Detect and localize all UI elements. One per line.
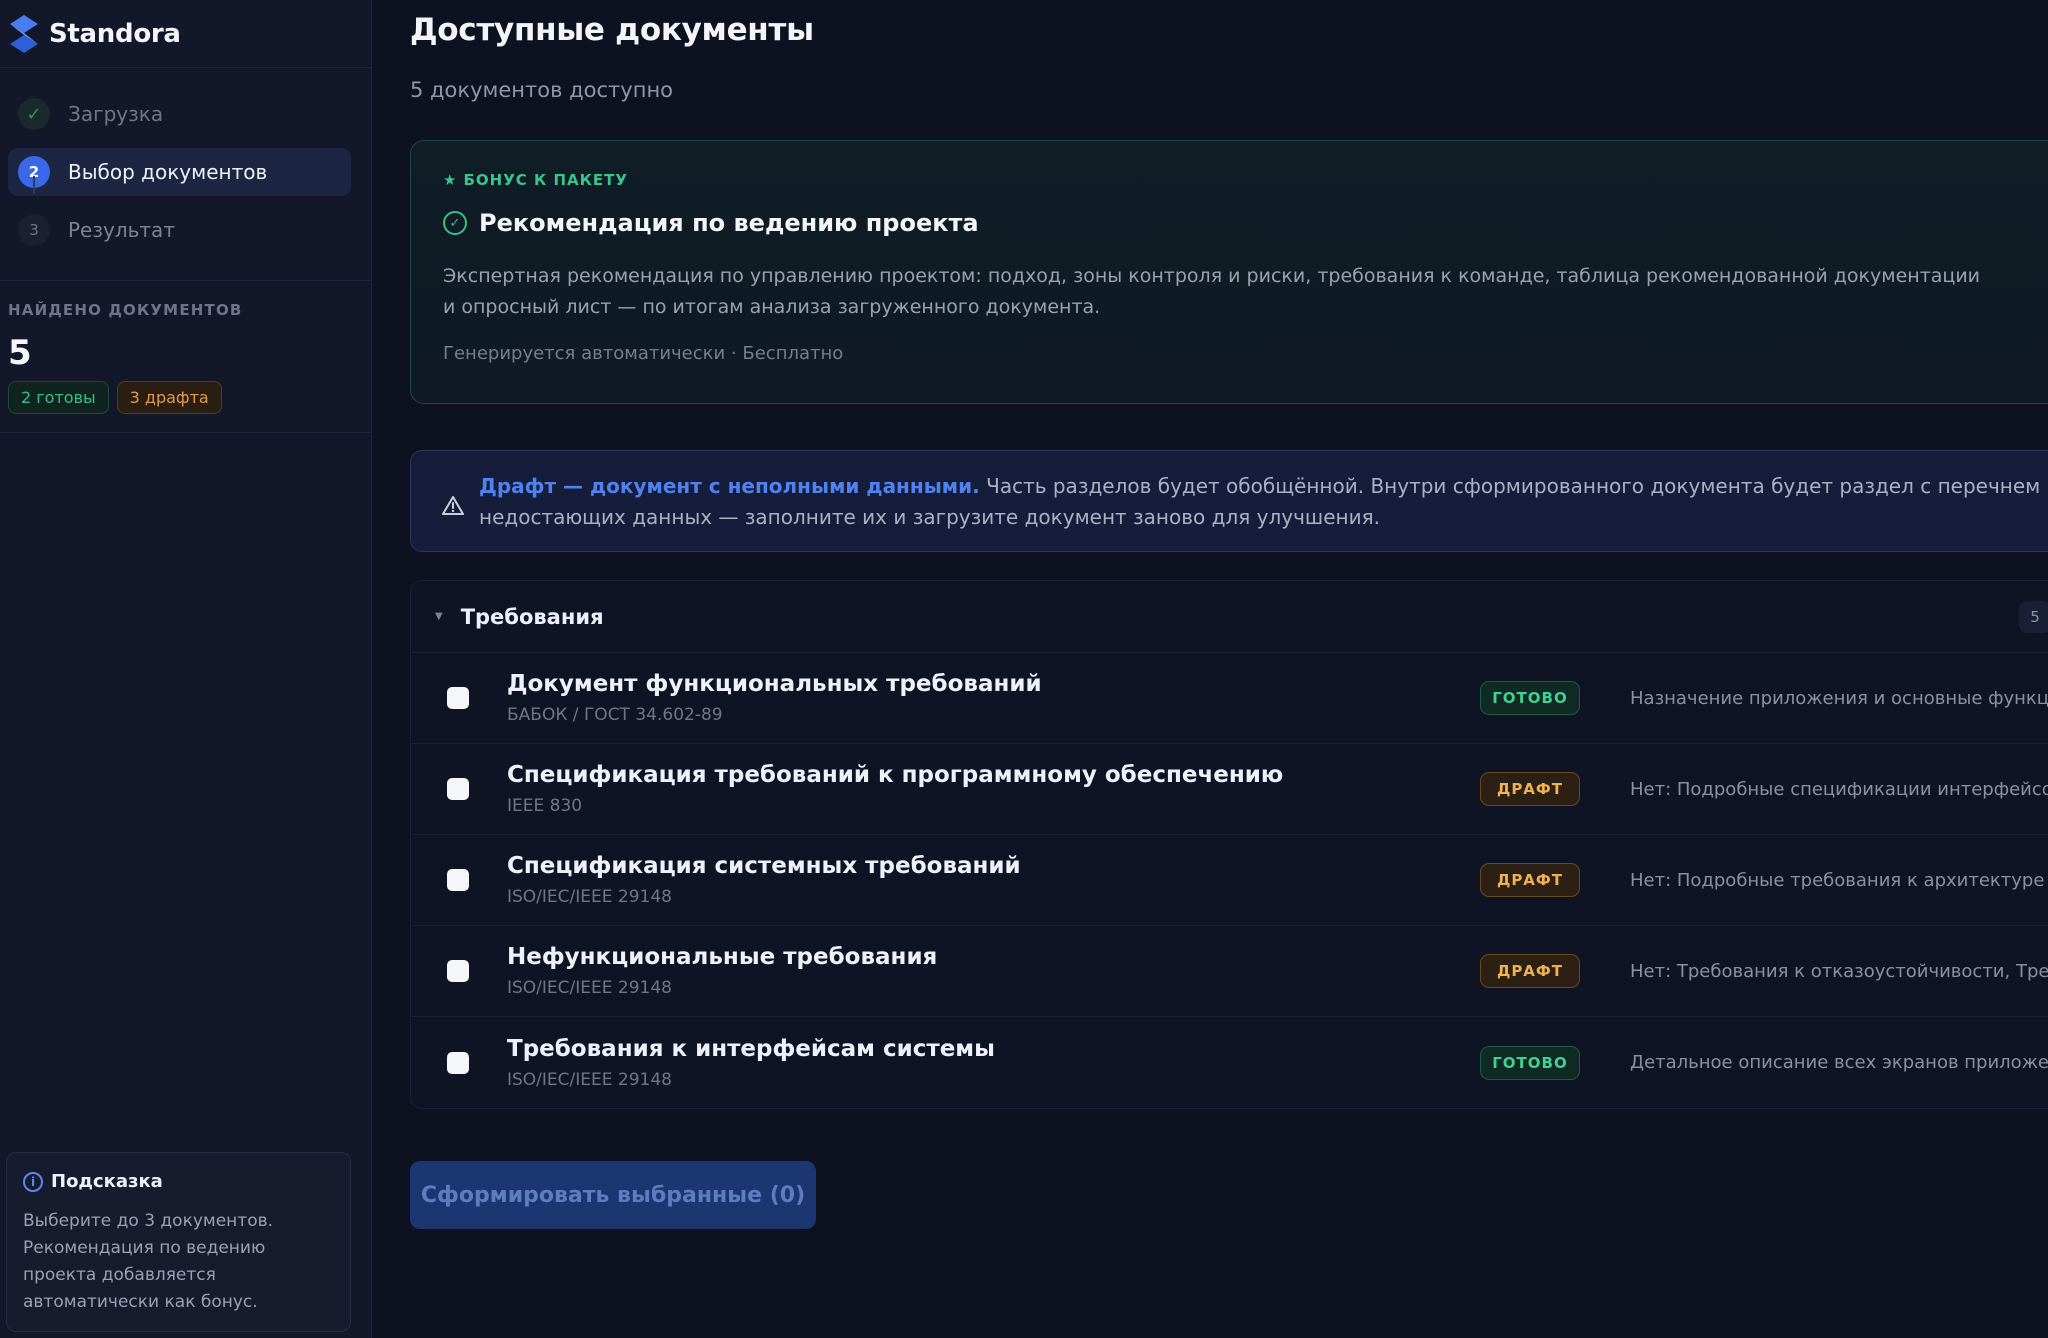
ready-count-chip: 2 готовы [8, 381, 109, 414]
standora-logo-icon [10, 14, 38, 53]
document-note: Нет: Подробные спецификации интерфейсов … [1630, 778, 2048, 800]
document-standard: ISO/IEC/IEEE 29148 [507, 1069, 672, 1090]
draft-warning: Драфт — документ с неполными данными. Ча… [410, 450, 2048, 552]
step-label: Результат [68, 218, 175, 242]
document-standard: ISO/IEC/IEEE 29148 [507, 978, 672, 998]
step-number: 3 [18, 214, 50, 246]
document-row[interactable]: Спецификация требований к программному о… [411, 744, 2048, 835]
step-connector [33, 176, 35, 194]
document-standard: IEEE 830 [507, 796, 583, 816]
document-info: Нефункциональные требования ISO/IEC/IEEE… [507, 944, 1407, 998]
bonus-meta: Генерируется автоматически · Бесплатно [443, 343, 844, 364]
document-row[interactable]: Требования к интерфейсам системы ISO/IEC… [411, 1017, 2048, 1108]
warning-triangle-icon [442, 496, 464, 515]
document-row[interactable]: Документ функциональных требований БАБОК… [411, 653, 2048, 744]
group-count-badge: 5 [2019, 600, 2048, 633]
status-badge: ДРАФТ [1480, 772, 1580, 806]
found-title: НАЙДЕНО ДОКУМЕНТОВ [8, 301, 243, 319]
main-content: Доступные документы 5 документов доступн… [372, 0, 2048, 1338]
check-icon: ✓ [18, 98, 50, 130]
status-badge: ГОТОВО [1480, 681, 1580, 715]
document-note: Назначение приложения и основные функцио… [1630, 687, 2048, 709]
document-standard: ISO/IEC/IEEE 29148 [507, 887, 672, 907]
document-checkbox[interactable] [447, 960, 469, 982]
bonus-title: Рекомендация по ведению проекта [479, 209, 979, 237]
found-documents-panel: НАЙДЕНО ДОКУМЕНТОВ 5 2 готовы 3 драфта [0, 281, 371, 433]
step-select-documents[interactable]: 2 Выбор документов [8, 148, 351, 196]
wizard-steps: ✓ Загрузка 2 Выбор документов 3 Результа… [0, 68, 371, 281]
document-standard: БАБОК / ГОСТ 34.602-89 [507, 705, 723, 725]
step-label: Загрузка [68, 102, 164, 126]
document-note: Нет: Требования к отказоустойчивости, Тр… [1630, 960, 2048, 982]
document-checkbox[interactable] [447, 869, 469, 891]
sidebar: Standora ✓ Загрузка 2 Выбор документов 3… [0, 0, 372, 1338]
document-info: Документ функциональных требований БАБОК… [507, 671, 1407, 725]
bonus-tag: ★ БОНУС К ПАКЕТУ [443, 171, 2043, 189]
requirements-group: ▼ Требования 5 Документ функциональных т… [410, 580, 2048, 1109]
page-subtitle: 5 документов доступно [410, 78, 674, 102]
document-checkbox[interactable] [447, 1051, 469, 1074]
bonus-tag-label: БОНУС К ПАКЕТУ [463, 171, 628, 189]
document-title: Спецификация системных требований [507, 853, 1021, 879]
document-note: Детальное описание всех экранов приложен… [1630, 1052, 2048, 1073]
hint-header: i Подсказка [23, 1171, 334, 1192]
document-title: Требования к интерфейсам системы [507, 1035, 995, 1062]
warning-text: Драфт — документ с неполными данными. Ча… [479, 471, 2045, 531]
status-badge: ДРАФТ [1480, 863, 1580, 897]
star-icon: ★ [443, 171, 458, 189]
step-upload[interactable]: ✓ Загрузка [8, 90, 351, 138]
document-info: Спецификация системных требований ISO/IE… [507, 853, 1407, 907]
document-info: Требования к интерфейсам системы ISO/IEC… [507, 1036, 1407, 1090]
info-icon: i [23, 1171, 43, 1192]
caret-down-icon[interactable]: ▼ [435, 611, 443, 622]
brand-name: Standora [49, 18, 181, 49]
document-title: Нефункциональные требования [507, 944, 938, 970]
status-badge: ДРАФТ [1480, 954, 1580, 988]
hint-card: i Подсказка Выберите до 3 документов. Ре… [6, 1152, 351, 1332]
group-title: Требования [460, 604, 604, 629]
document-note: Нет: Подробные требования к архитектуре … [1630, 869, 2048, 891]
app-root: Standora ✓ Загрузка 2 Выбор документов 3… [0, 0, 2048, 1338]
found-count: 5 [8, 333, 32, 373]
step-result[interactable]: 3 Результат [8, 206, 351, 254]
page-title: Доступные документы [410, 12, 814, 48]
bonus-description: Экспертная рекомендация по управлению пр… [443, 265, 1981, 318]
draft-count-chip: 3 драфта [116, 381, 222, 414]
group-header[interactable]: ▼ Требования 5 [411, 581, 2048, 653]
document-checkbox[interactable] [447, 687, 469, 709]
step-label: Выбор документов [68, 160, 268, 184]
brand[interactable]: Standora [0, 0, 371, 68]
generate-selected-button[interactable]: Сформировать выбранные (0) [410, 1161, 816, 1229]
document-checkbox[interactable] [447, 778, 469, 800]
bonus-title-row: ✓ Рекомендация по ведению проекта [443, 209, 2043, 237]
document-title: Спецификация требований к программному о… [507, 762, 1284, 788]
hint-text: Выберите до 3 документов. Рекомендация п… [23, 1211, 274, 1312]
document-row[interactable]: Нефункциональные требования ISO/IEC/IEEE… [411, 926, 2048, 1017]
status-chips: 2 готовы 3 драфта [8, 381, 371, 414]
document-title: Документ функциональных требований [507, 671, 1042, 697]
document-info: Спецификация требований к программному о… [507, 762, 1407, 816]
hint-title: Подсказка [51, 1171, 163, 1192]
status-badge: ГОТОВО [1480, 1045, 1580, 1080]
document-row[interactable]: Спецификация системных требований ISO/IE… [411, 835, 2048, 926]
check-circle-icon: ✓ [443, 211, 467, 235]
bonus-card: ★ БОНУС К ПАКЕТУ ✓ Рекомендация по веден… [410, 140, 2048, 404]
warning-strong-text: Драфт — документ с неполными данными. [479, 474, 980, 498]
